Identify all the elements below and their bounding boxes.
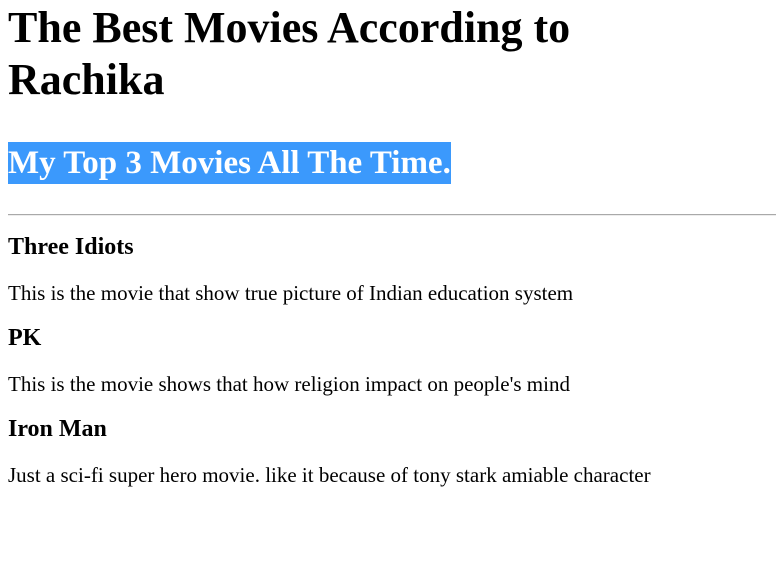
- divider: [8, 214, 776, 216]
- movie-entry: Three Idiots This is the movie that show…: [8, 233, 776, 306]
- page-subtitle-selected: My Top 3 Movies All The Time.: [8, 142, 451, 184]
- movie-title: Iron Man: [8, 416, 107, 442]
- movie-description: This is the movie shows that how religio…: [8, 372, 570, 396]
- movie-description: This is the movie that show true picture…: [8, 281, 574, 305]
- movie-title: PK: [8, 325, 42, 351]
- movie-entry: Iron Man Just a sci-fi super hero movie.…: [8, 415, 776, 488]
- page-title: The Best Movies According to Rachika: [8, 3, 571, 104]
- movie-description: Just a sci-fi super hero movie. like it …: [8, 463, 651, 487]
- page-content: The Best Movies According to Rachika My …: [0, 0, 776, 488]
- movie-entry: PK This is the movie shows that how reli…: [8, 324, 776, 397]
- movie-title: Three Idiots: [8, 234, 134, 260]
